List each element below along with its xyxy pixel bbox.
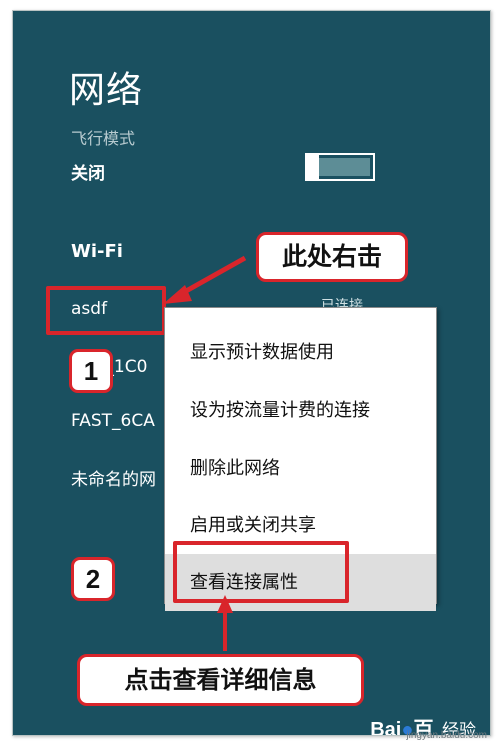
annotation-arrows bbox=[163, 255, 247, 651]
watermark-url: jingyan.baidu.com bbox=[406, 730, 487, 741]
red-arrow-up-icon bbox=[217, 595, 233, 651]
red-arrow-icon bbox=[163, 255, 247, 304]
network-charms-panel: 网络 飞行模式 关闭 Wi-Fi asdf 已连接 T_1C0 FAST_6CA… bbox=[12, 10, 491, 736]
